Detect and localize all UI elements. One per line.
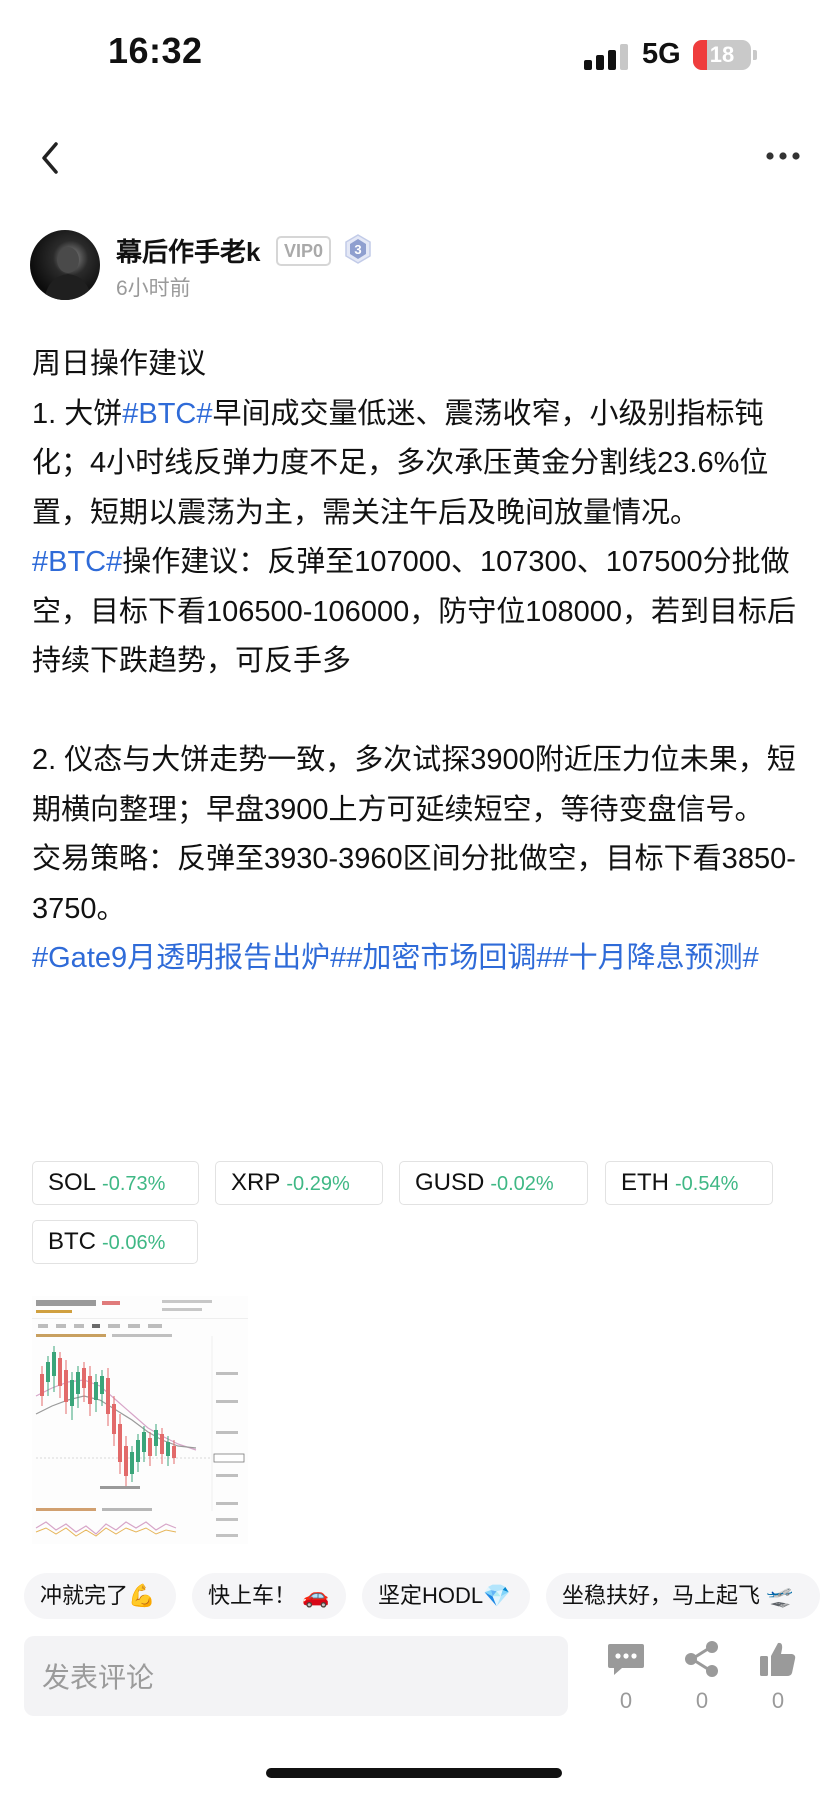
home-indicator — [266, 1768, 562, 1778]
share-icon — [685, 1641, 718, 1677]
paragraph-lead: 1. 大饼 — [32, 397, 123, 430]
level-badge: 3 — [344, 234, 372, 264]
back-button[interactable] — [30, 136, 74, 180]
chevron-left-icon — [42, 142, 58, 174]
post-title: 周日操作建议 — [32, 348, 207, 380]
reaction-chip[interactable]: 坚定HODL💎 — [362, 1573, 530, 1619]
reaction-chip[interactable]: 快上车！ 🚗 — [192, 1573, 346, 1619]
coin-change: -0.06% — [102, 1232, 166, 1254]
share-count: 0 — [695, 1688, 709, 1713]
coin-chip-eth[interactable]: ETH -0.54% — [605, 1161, 773, 1205]
more-dots-icon — [766, 152, 800, 160]
hexagon-level-icon: 3 — [345, 234, 371, 264]
post-hashtags: #Gate9月透明报告出炉##加密市场回调##十月降息预测# — [32, 934, 802, 984]
coin-change: -0.73% — [102, 1173, 166, 1195]
comment-placeholder: 发表评论 — [42, 1662, 155, 1693]
hashtag-market-pullback[interactable]: #加密市场回调# — [346, 942, 552, 974]
reaction-chip[interactable]: 冲就完了💪 — [24, 1573, 176, 1619]
avatar[interactable] — [30, 230, 100, 300]
like-count: 0 — [771, 1688, 785, 1713]
coin-symbol: ETH — [621, 1169, 669, 1196]
battery-level: 18 — [709, 42, 735, 67]
coin-chip-btc[interactable]: BTC -0.06% — [32, 1220, 198, 1264]
post-paragraph-3: 2. 仪态与大饼走势一致，多次试探3900附近压力位未果，短期横向整理；早盘39… — [32, 744, 796, 826]
hashtag-btc[interactable]: #BTC# — [122, 398, 212, 430]
signal-icon — [584, 44, 628, 70]
coin-symbol: SOL — [48, 1169, 97, 1196]
post-body: 周日操作建议 1. 大饼#BTC#早间成交量低迷、震荡收窄，小级别指标钝化；4小… — [32, 340, 802, 984]
post-paragraph-4: 交易策略：反弹至3930-3960区间分批做空，目标下看3850-3750。 — [32, 843, 796, 925]
coin-symbol: BTC — [48, 1228, 96, 1255]
coin-chip-gusd[interactable]: GUSD -0.02% — [399, 1161, 588, 1205]
vip-badge: VIP0 — [276, 236, 332, 266]
like-button[interactable] — [758, 1640, 798, 1678]
coin-change: -0.02% — [490, 1173, 554, 1195]
coin-symbol: XRP — [231, 1169, 281, 1196]
comment-button[interactable] — [606, 1640, 646, 1678]
hashtag-btc[interactable]: #BTC# — [32, 546, 122, 578]
chart-image-thumbnail[interactable] — [32, 1296, 248, 1544]
comment-bubble-icon — [608, 1644, 644, 1675]
coin-chip-sol[interactable]: SOL -0.73% — [32, 1161, 199, 1205]
share-button[interactable] — [682, 1640, 722, 1678]
hashtag-gate-report[interactable]: #Gate9月透明报告出炉# — [32, 942, 346, 974]
comment-count: 0 — [619, 1688, 633, 1713]
post-paragraph-2: #BTC#操作建议：反弹至107000、107300、107500分批做空，目标… — [32, 538, 802, 687]
thumbs-up-icon — [760, 1642, 796, 1676]
coin-change: -0.54% — [675, 1173, 739, 1195]
coin-symbol: GUSD — [415, 1169, 485, 1196]
status-time: 16:32 — [108, 30, 203, 71]
author-name[interactable]: 幕后作手老k — [116, 232, 260, 269]
level-number: 3 — [354, 242, 361, 257]
more-button[interactable] — [762, 140, 806, 180]
hashtag-rate-cut[interactable]: #十月降息预测# — [553, 942, 759, 974]
battery-tip — [753, 50, 757, 60]
network-type: 5G — [642, 38, 681, 70]
battery-icon: 18 — [693, 40, 751, 70]
paragraph-text: 操作建议：反弹至107000、107300、107500分批做空，目标下看106… — [32, 546, 796, 677]
post-time: 6小时前 — [116, 277, 191, 300]
reaction-chip[interactable]: 坐稳扶好，马上起飞 🛫 — [546, 1573, 820, 1619]
post-paragraph-1: 1. 大饼#BTC#早间成交量低迷、震荡收窄，小级别指标钝化；4小时线反弹力度不… — [32, 390, 802, 539]
avatar-silhouette-icon — [44, 247, 92, 300]
candlestick-chart-image — [32, 1296, 248, 1544]
coin-chip-xrp[interactable]: XRP -0.29% — [215, 1161, 383, 1205]
coin-change: -0.29% — [286, 1173, 350, 1195]
